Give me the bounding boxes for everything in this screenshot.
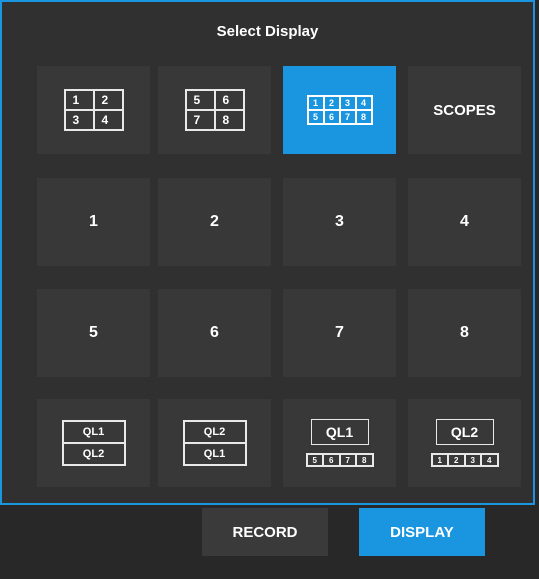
- stack-cell: QL2: [62, 443, 125, 465]
- octo-grid-icon: 1 2 3 4 5 6 7 8: [306, 95, 373, 125]
- display-1-button[interactable]: 1: [37, 178, 150, 266]
- quad-cell: 1: [64, 90, 94, 110]
- strip-cell: 8: [356, 454, 373, 466]
- quad-cell: 4: [93, 110, 123, 130]
- display-6-button[interactable]: 6: [158, 289, 271, 377]
- stack-cell: QL1: [62, 421, 125, 443]
- display-8-button[interactable]: 8: [408, 289, 521, 377]
- layout-octo-button[interactable]: 1 2 3 4 5 6 7 8: [283, 66, 396, 154]
- layout-ql1-plus-5-8-button[interactable]: QL1 5 6 7 8: [283, 399, 396, 487]
- strip-cell: 2: [448, 454, 465, 466]
- quad-1-4-icon: 1 2 3 4: [63, 89, 124, 131]
- strip-cell: 3: [464, 454, 481, 466]
- layout-ql2-plus-1-4-button[interactable]: QL2 1 2 3 4: [408, 399, 521, 487]
- ql1-plus-strip-icon: QL1 5 6 7 8: [305, 419, 374, 467]
- stack-cell: QL2: [183, 421, 246, 443]
- quad-cell: 2: [93, 90, 123, 110]
- ql1-ql2-stack-icon: QL1 QL2: [61, 420, 126, 466]
- quad-cell: 3: [64, 110, 94, 130]
- display-3-button[interactable]: 3: [283, 178, 396, 266]
- octo-cell: 2: [323, 96, 340, 110]
- display-2-button[interactable]: 2: [158, 178, 271, 266]
- strip-cell: 4: [481, 454, 498, 466]
- display-tab-button[interactable]: DISPLAY: [359, 508, 485, 556]
- quad-cell: 6: [214, 90, 244, 110]
- octo-cell: 7: [339, 110, 356, 124]
- strip-cell: 1: [431, 454, 448, 466]
- layout-quad-1-4-button[interactable]: 1 2 3 4: [37, 66, 150, 154]
- layout-ql2-ql1-button[interactable]: QL2 QL1: [158, 399, 271, 487]
- octo-cell: 1: [307, 96, 324, 110]
- octo-cell: 3: [339, 96, 356, 110]
- ql2-ql1-stack-icon: QL2 QL1: [182, 420, 247, 466]
- layout-ql1-ql2-button[interactable]: QL1 QL2: [37, 399, 150, 487]
- ql-main-box: QL1: [310, 419, 369, 445]
- strip-cell: 6: [323, 454, 340, 466]
- quad-cell: 7: [185, 110, 215, 130]
- ql-main-box: QL2: [435, 419, 494, 445]
- octo-cell: 8: [355, 110, 372, 124]
- strip-cell: 5: [306, 454, 323, 466]
- quad-5-8-icon: 5 6 7 8: [184, 89, 245, 131]
- display-7-button[interactable]: 7: [283, 289, 396, 377]
- quad-cell: 5: [185, 90, 215, 110]
- record-tab-button[interactable]: RECORD: [202, 508, 328, 556]
- octo-cell: 6: [323, 110, 340, 124]
- strip-cell: 7: [339, 454, 356, 466]
- octo-cell: 5: [307, 110, 324, 124]
- octo-cell: 4: [355, 96, 372, 110]
- display-4-button[interactable]: 4: [408, 178, 521, 266]
- display-5-button[interactable]: 5: [37, 289, 150, 377]
- scopes-button[interactable]: SCOPES: [408, 66, 521, 154]
- ql2-plus-strip-icon: QL2 1 2 3 4: [430, 419, 499, 467]
- mini-strip: 1 2 3 4: [430, 453, 499, 467]
- stack-cell: QL1: [183, 443, 246, 465]
- mini-strip: 5 6 7 8: [305, 453, 374, 467]
- select-display-panel: Select Display 1 2 3 4 5 6 7 8 1 2 3 4 5…: [0, 0, 535, 505]
- panel-title: Select Display: [216, 23, 319, 40]
- layout-quad-5-8-button[interactable]: 5 6 7 8: [158, 66, 271, 154]
- quad-cell: 8: [214, 110, 244, 130]
